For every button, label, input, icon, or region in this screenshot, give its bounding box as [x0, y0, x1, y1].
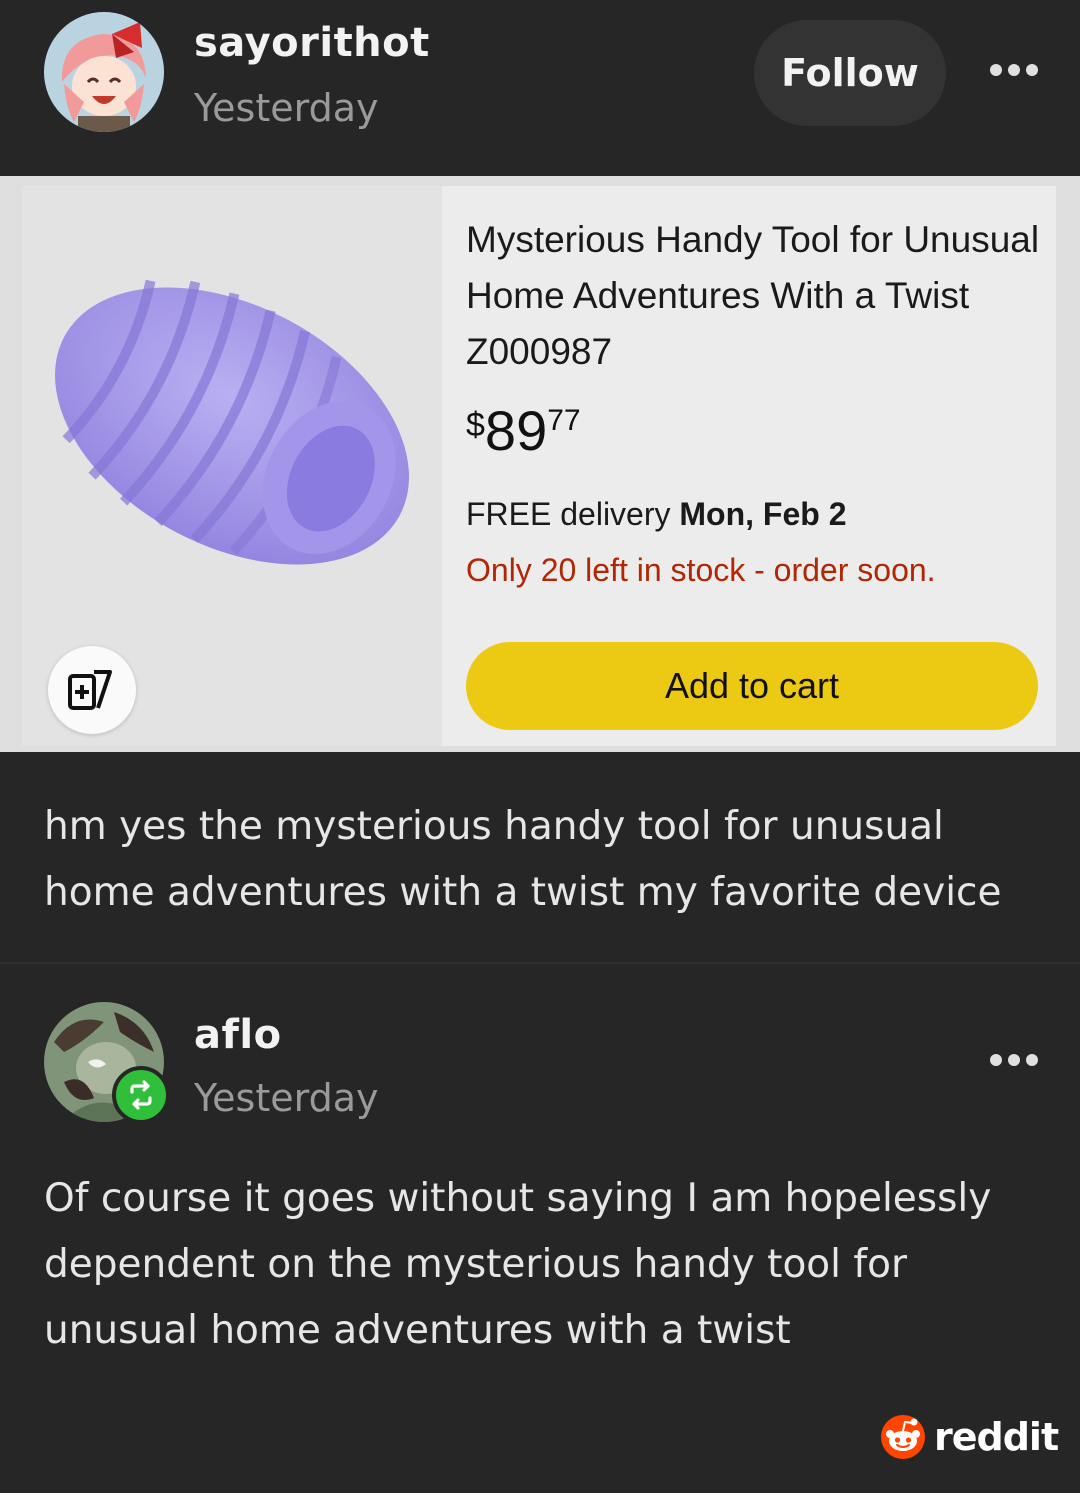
compare-cards-icon — [68, 670, 112, 710]
reblog-icon — [130, 1080, 152, 1110]
stock-notice: Only 20 left in stock - order soon. — [466, 552, 936, 588]
add-to-cart-button[interactable]: Add to cart — [466, 642, 1038, 730]
price-whole: 89 — [484, 399, 548, 462]
post-username[interactable]: sayorithot — [194, 20, 430, 66]
divider — [0, 962, 1080, 964]
compare-cards-button[interactable] — [48, 646, 136, 734]
reblog-timestamp: Yesterday — [194, 1076, 379, 1120]
reblog-username[interactable]: aflo — [194, 1012, 282, 1058]
reblog-text: Of course it goes without saying I am ho… — [44, 1176, 992, 1353]
product-title[interactable]: Mysterious Handy Tool for Unusual Home A… — [466, 212, 1046, 380]
follow-button[interactable]: Follow — [754, 20, 946, 126]
more-options-icon[interactable] — [990, 60, 1038, 80]
reddit-watermark: reddit — [880, 1414, 1059, 1460]
delivery-prefix: FREE delivery — [466, 496, 671, 532]
avatar[interactable] — [44, 12, 164, 132]
delivery-info: FREE delivery Mon, Feb 2 — [466, 496, 847, 533]
reddit-wordmark: reddit — [934, 1415, 1059, 1459]
post-timestamp: Yesterday — [194, 86, 379, 130]
product-price: $8977 — [466, 398, 581, 463]
product-card: Mysterious Handy Tool for Unusual Home A… — [22, 186, 1056, 746]
reblog-badge — [112, 1066, 170, 1124]
reblog-more-options-icon[interactable] — [990, 1050, 1038, 1070]
price-fraction: 77 — [547, 404, 581, 437]
product-image[interactable] — [22, 186, 442, 746]
price-currency: $ — [466, 406, 485, 444]
avatar-illustration-icon — [44, 12, 164, 132]
post-header: sayorithot Yesterday Follow — [0, 0, 1080, 176]
purple-product-image — [55, 279, 409, 565]
reddit-snoo-icon — [881, 1415, 925, 1459]
delivery-date: Mon, Feb 2 — [679, 496, 847, 532]
product-screenshot: Mysterious Handy Tool for Unusual Home A… — [0, 176, 1080, 752]
post-caption: hm yes the mysterious handy tool for unu… — [44, 804, 1002, 915]
